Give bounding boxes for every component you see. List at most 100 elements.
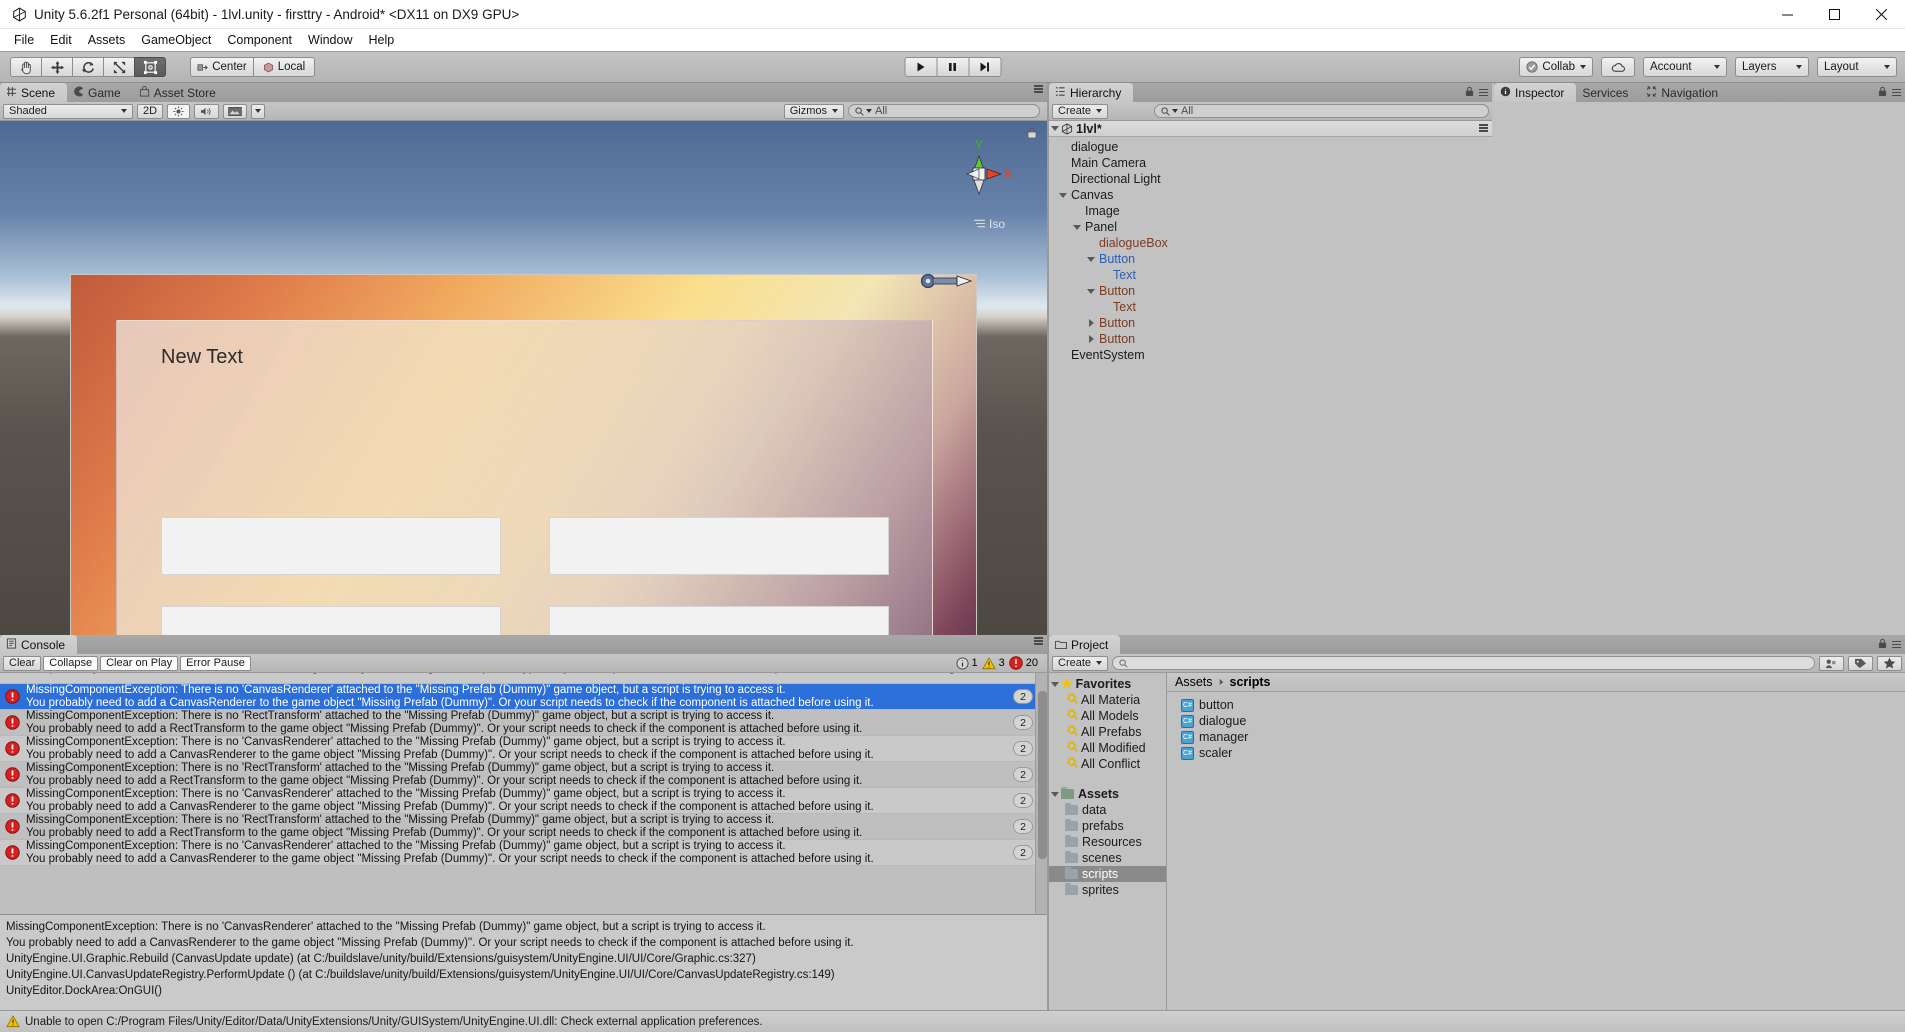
hierarchy-item[interactable]: Directional Light — [1049, 171, 1492, 187]
panel-menu-icon[interactable] — [1034, 85, 1043, 93]
console-list[interactable]: You probably need to add a RectTransform… — [0, 673, 1047, 914]
menu-item-gameobject[interactable]: GameObject — [133, 31, 219, 49]
chevron-expanded-icon[interactable] — [1085, 288, 1097, 294]
hierarchy-item[interactable]: Main Camera — [1049, 155, 1492, 171]
filter-by-type-icon[interactable] — [1819, 655, 1844, 671]
hierarchy-scene-root[interactable]: 1lvl* — [1049, 121, 1492, 137]
play-button[interactable] — [904, 57, 937, 77]
chevron-collapsed-icon[interactable] — [1085, 319, 1097, 327]
project-folder-item[interactable]: sprites — [1049, 882, 1166, 898]
panel-menu-icon[interactable] — [1892, 640, 1901, 649]
console-row[interactable]: MissingComponentException: There is no '… — [0, 788, 1047, 814]
panel-menu-icon[interactable] — [1034, 637, 1043, 645]
tab-asset-store[interactable]: Asset Store — [133, 83, 228, 102]
tab-game[interactable]: Game — [67, 83, 133, 102]
clear-button[interactable]: Clear — [3, 655, 42, 671]
scene-effects-toggle[interactable] — [223, 103, 248, 119]
chevron-expanded-icon[interactable] — [1049, 791, 1061, 797]
panel-menu-icon[interactable] — [1892, 88, 1901, 97]
clear-on-play-toggle[interactable]: Clear on Play — [100, 655, 179, 671]
chevron-expanded-icon[interactable] — [1049, 126, 1061, 131]
console-scrollbar[interactable] — [1035, 673, 1047, 914]
tab-inspector[interactable]: Inspector — [1494, 83, 1577, 102]
hierarchy-item[interactable]: Button — [1049, 283, 1492, 299]
breadcrumb-assets[interactable]: Assets — [1175, 675, 1213, 689]
twod-toggle[interactable]: 2D — [137, 103, 164, 119]
scene-context-menu-icon[interactable] — [1479, 124, 1488, 132]
space-toggle[interactable]: Local — [253, 57, 315, 77]
hierarchy-search-input[interactable]: All — [1154, 104, 1489, 118]
project-create-button[interactable]: Create — [1052, 655, 1109, 671]
rect-transform-tool[interactable] — [134, 57, 166, 77]
chevron-collapsed-icon[interactable] — [1085, 335, 1097, 343]
chevron-expanded-icon[interactable] — [1057, 192, 1069, 198]
project-file-item[interactable]: C# button — [1181, 697, 1905, 713]
scene-viewport[interactable]: New Text Y X Iso — [0, 121, 1047, 635]
project-folder-item[interactable]: data — [1049, 802, 1166, 818]
hierarchy-create-button[interactable]: Create — [1052, 103, 1109, 119]
project-assets-root[interactable]: Assets — [1049, 786, 1166, 802]
hierarchy-item[interactable]: Canvas — [1049, 187, 1492, 203]
project-favorite-item[interactable]: All Models — [1049, 708, 1166, 724]
pivot-toggle[interactable]: Center — [190, 57, 254, 77]
menu-item-file[interactable]: File — [6, 31, 42, 49]
status-bar[interactable]: Unable to open C:/Program Files/Unity/Ed… — [0, 1010, 1905, 1032]
layers-button[interactable]: Layers — [1735, 57, 1809, 77]
project-favorite-item[interactable]: All Materia — [1049, 692, 1166, 708]
rotate-tool[interactable] — [72, 57, 104, 77]
collab-button[interactable]: Collab — [1519, 57, 1593, 77]
project-folder-item[interactable]: scenes — [1049, 850, 1166, 866]
project-file-item[interactable]: C# manager — [1181, 729, 1905, 745]
hand-tool[interactable] — [10, 57, 42, 77]
pause-button[interactable] — [936, 57, 969, 77]
hierarchy-item[interactable]: EventSystem — [1049, 347, 1492, 363]
scene-lighting-toggle[interactable] — [167, 103, 191, 119]
collapse-toggle[interactable]: Collapse — [43, 655, 99, 671]
move-tool[interactable] — [41, 57, 73, 77]
console-row[interactable]: MissingComponentException: There is no '… — [0, 710, 1047, 736]
project-folder-item[interactable]: Resources — [1049, 834, 1166, 850]
hierarchy-item[interactable]: Button — [1049, 315, 1492, 331]
hierarchy-item[interactable]: Button — [1049, 331, 1492, 347]
favorite-star-icon[interactable] — [1877, 655, 1902, 671]
layout-button[interactable]: Layout — [1817, 57, 1897, 77]
console-row[interactable]: MissingComponentException: There is no '… — [0, 736, 1047, 762]
project-favorite-item[interactable]: All Modified — [1049, 740, 1166, 756]
console-row-partial[interactable]: You probably need to add a RectTransform… — [0, 673, 1047, 684]
chevron-expanded-icon[interactable] — [1071, 224, 1083, 230]
scene-view-gizmo[interactable]: Y X — [943, 136, 1015, 208]
project-favorites-root[interactable]: ★ Favorites — [1049, 676, 1166, 692]
project-folder-item[interactable]: prefabs — [1049, 818, 1166, 834]
info-counter[interactable]: 1 — [955, 656, 978, 670]
chevron-expanded-icon[interactable] — [1049, 681, 1061, 687]
scene-effects-dropdown[interactable] — [251, 103, 266, 119]
close-icon[interactable] — [1858, 0, 1905, 29]
scene-search-input[interactable]: All — [848, 104, 1040, 118]
scene-projection-mode[interactable]: Iso — [974, 217, 1005, 231]
hierarchy-item[interactable]: Image — [1049, 203, 1492, 219]
menu-item-component[interactable]: Component — [219, 31, 300, 49]
console-row[interactable]: MissingComponentException: There is no '… — [0, 762, 1047, 788]
project-tree[interactable]: ★ Favorites All Materia All Models All Pre… — [1049, 673, 1167, 1010]
menu-item-edit[interactable]: Edit — [42, 31, 80, 49]
hierarchy-item[interactable]: dialogueBox — [1049, 235, 1492, 251]
maximize-icon[interactable] — [1811, 0, 1858, 29]
gizmos-dropdown[interactable]: Gizmos — [783, 103, 844, 119]
cloud-button[interactable] — [1601, 57, 1635, 77]
console-row[interactable]: MissingComponentException: There is no '… — [0, 814, 1047, 840]
menu-item-window[interactable]: Window — [300, 31, 360, 49]
breadcrumb-scripts[interactable]: scripts — [1230, 675, 1271, 689]
project-file-item[interactable]: C# dialogue — [1181, 713, 1905, 729]
tab-navigation[interactable]: Navigation — [1640, 83, 1730, 102]
project-search-input[interactable] — [1112, 656, 1815, 670]
project-contents[interactable]: Assets scripts C# button C# dialogue C# manag… — [1167, 673, 1905, 1010]
error-counter[interactable]: 20 — [1008, 656, 1038, 670]
hierarchy-item[interactable]: dialogue — [1049, 139, 1492, 155]
console-row[interactable]: MissingComponentException: There is no '… — [0, 840, 1047, 866]
scene-lock-icon[interactable] — [1027, 127, 1037, 142]
menu-item-assets[interactable]: Assets — [80, 31, 134, 49]
scale-tool[interactable] — [103, 57, 135, 77]
menu-item-help[interactable]: Help — [360, 31, 402, 49]
project-file-item[interactable]: C# scaler — [1181, 745, 1905, 761]
lock-icon[interactable] — [1465, 85, 1474, 100]
